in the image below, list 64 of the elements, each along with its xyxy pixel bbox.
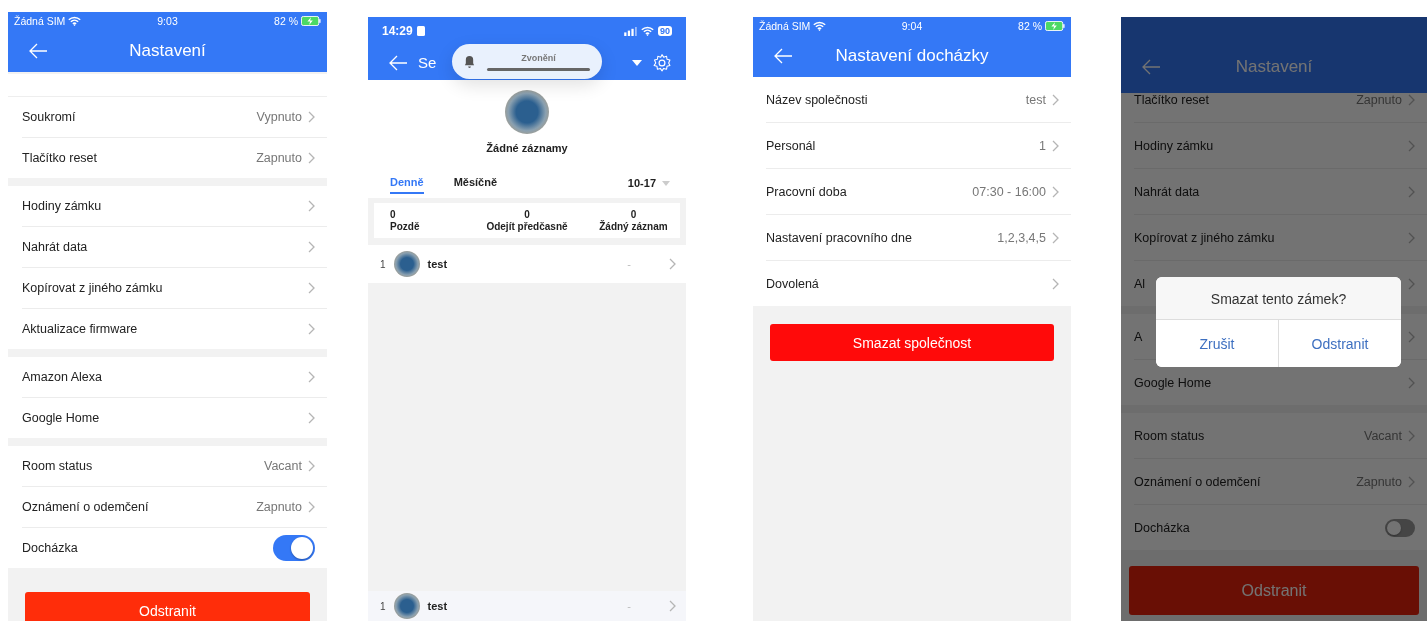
member-name: test	[427, 600, 449, 612]
setting-label: Nahrát data	[22, 240, 88, 254]
screen-title: Se	[418, 54, 437, 71]
summary-text: Žádné záznamy	[486, 142, 568, 154]
setting-label: Dovolená	[766, 276, 819, 291]
carrier-text: Žádná SIM	[14, 15, 66, 27]
setting-label: Docházka	[1134, 520, 1190, 535]
screen-title: Nastavení	[129, 41, 206, 61]
setting-value: Vacant	[264, 459, 302, 473]
setting-label: Al	[1134, 276, 1146, 291]
clock-text: 9:03	[157, 15, 178, 27]
setting-value: Zapnuto	[1356, 93, 1402, 107]
member-name: test	[427, 258, 449, 270]
battery-text: 90	[658, 26, 672, 36]
stat-label: Žádný záznam	[599, 221, 668, 233]
record-value: -	[627, 258, 631, 270]
setting-value: Zapnuto	[256, 151, 302, 165]
setting-label: Tlačítko reset	[1134, 93, 1210, 107]
setting-value: Zapnuto	[1356, 474, 1402, 489]
setting-label: Oznámení o odemčení	[22, 500, 149, 514]
setting-label: Nahrát data	[1134, 184, 1200, 199]
setting-label: Kopírovat z jiného zámku	[1134, 230, 1275, 245]
setting-label: Kopírovat z jiného zámku	[22, 281, 163, 295]
clock-text: 14:29	[382, 24, 413, 38]
setting-value: 1,2,3,4,5	[997, 230, 1046, 245]
stat-value: 0	[390, 209, 396, 221]
battery-text: 82 %	[1018, 20, 1042, 32]
setting-label: Hodiny zámku	[1134, 138, 1214, 153]
setting-label: Oznámení o odemčení	[1134, 474, 1261, 489]
setting-value: test	[1025, 92, 1046, 107]
setting-label: Personál	[766, 138, 816, 153]
setting-label: Google Home	[1134, 375, 1212, 390]
setting-label: A	[1134, 329, 1143, 344]
row-index: 1	[380, 258, 386, 270]
setting-label: Tlačítko reset	[22, 151, 98, 165]
stat-label: Odejít předčasně	[486, 221, 568, 233]
stat-value: 0	[630, 209, 637, 221]
stat-value: 0	[524, 209, 530, 221]
carrier-text: Žádná SIM	[759, 20, 811, 32]
setting-label: Room status	[22, 459, 93, 473]
clock-text: 9:04	[901, 20, 923, 32]
setting-label: Docházka	[22, 541, 78, 555]
dialog-message: Smazat tento zámek?	[1156, 277, 1401, 320]
battery-text: 82 %	[274, 15, 298, 27]
setting-label: Soukromí	[22, 110, 76, 124]
setting-label: Hodiny zámku	[22, 199, 102, 213]
screen-title: Nastavení	[1235, 57, 1313, 77]
setting-value: Zapnuto	[256, 500, 302, 514]
record-value: -	[627, 600, 631, 612]
stat-label: Pozdě	[390, 221, 420, 233]
setting-value: 1	[1039, 138, 1046, 153]
setting-label: Název společnosti	[766, 92, 868, 107]
setting-label: Amazon Alexa	[22, 370, 102, 384]
setting-label: Room status	[1134, 428, 1205, 443]
setting-label: Aktualizace firmware	[22, 322, 138, 336]
setting-label: Nastavení pracovního dne	[766, 230, 912, 245]
setting-label: Pracovní doba	[766, 184, 847, 199]
screen-title: Nastavení docházky	[835, 46, 989, 66]
ringer-label: Zvonění	[521, 52, 556, 63]
row-index: 1	[380, 600, 386, 612]
setting-value: Vacant	[1364, 428, 1402, 443]
setting-value: 07:30 - 16:00	[972, 184, 1046, 199]
setting-value: Vypnuto	[256, 110, 302, 124]
setting-label: Google Home	[22, 411, 100, 425]
